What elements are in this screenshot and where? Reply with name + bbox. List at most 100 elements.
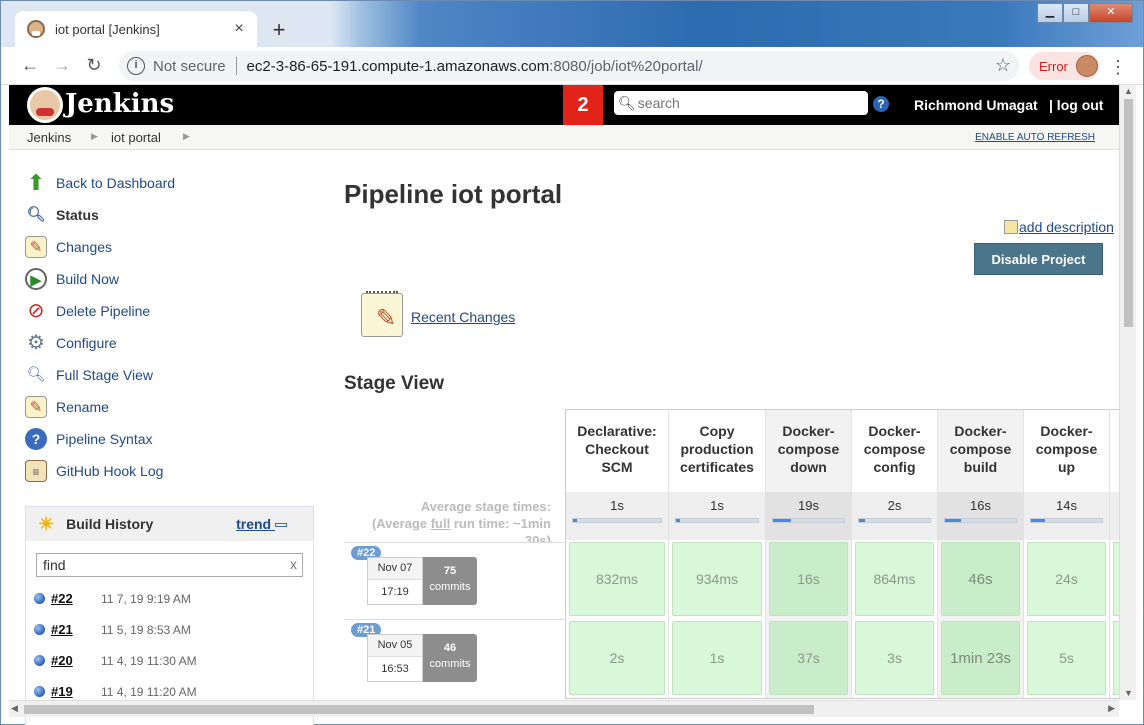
- sidebar-item-label: Build Now: [56, 271, 120, 287]
- stage-view-grid: Declarative: Checkout SCM 1s 832ms 2s Copy p…: [565, 409, 1119, 699]
- stage-result-cell[interactable]: 5s: [1027, 621, 1106, 695]
- sidebar-item-label: Pipeline Syntax: [56, 431, 153, 447]
- search-box[interactable]: 🔍︎: [614, 91, 868, 115]
- enable-auto-refresh-link[interactable]: ENABLE AUTO REFRESH: [975, 132, 1095, 143]
- sidebar-item-full-stage-view[interactable]: 🔍︎ Full Stage View: [25, 359, 315, 391]
- stage-result-cell[interactable]: 37s: [769, 621, 848, 695]
- jenkins-logo-icon[interactable]: [27, 87, 63, 123]
- sidebar-item-github-hook-log[interactable]: ≡ GitHub Hook Log: [25, 455, 315, 487]
- add-description-link[interactable]: add description: [1004, 219, 1114, 235]
- stage-average-bar-fill: [945, 519, 961, 522]
- avg-line-2-post: run time: ~1min: [450, 516, 551, 531]
- magnifier-icon: 🔍︎: [26, 206, 46, 223]
- close-window-button[interactable]: ✕: [1089, 3, 1133, 23]
- build-number-link[interactable]: #22: [51, 591, 101, 606]
- build-date-link[interactable]: 11 5, 19 8:53 AM: [101, 623, 191, 637]
- add-description-label: add description: [1019, 219, 1114, 235]
- stage-result-cell[interactable]: 2s: [569, 621, 665, 695]
- sidebar-item-pipeline-syntax[interactable]: ? Pipeline Syntax: [25, 423, 315, 455]
- sidebar-item-configure[interactable]: ⚙ Configure: [25, 327, 315, 359]
- url-field[interactable]: i Not secure ec2-3-86-65-191.compute-1.a…: [119, 51, 1019, 81]
- stage-result-cell[interactable]: 3s: [855, 621, 934, 695]
- scroll-thumb[interactable]: [1124, 99, 1133, 327]
- disable-project-button[interactable]: Disable Project: [974, 243, 1103, 275]
- forward-arrow-icon[interactable]: →: [51, 55, 73, 76]
- logout-link[interactable]: | log out: [1049, 97, 1103, 113]
- scroll-down-icon[interactable]: ▼: [1124, 688, 1133, 698]
- horizontal-scrollbar[interactable]: ◀ ▶: [9, 700, 1119, 717]
- sidebar-item-build-now[interactable]: ▶ Build Now: [25, 263, 315, 295]
- build-number-link[interactable]: #19: [51, 684, 101, 699]
- sidebar-item-delete-pipeline[interactable]: ⊘ Delete Pipeline: [25, 295, 315, 327]
- stage-column: Docker-​compose config 2s 864ms 3s: [852, 410, 938, 698]
- run-date: Nov 05 16:53: [367, 634, 423, 682]
- search-input[interactable]: [637, 95, 858, 111]
- divider: [235, 57, 237, 75]
- back-arrow-icon[interactable]: ←: [19, 55, 41, 76]
- run-month-day: Nov 07: [368, 558, 422, 580]
- scroll-right-icon[interactable]: ▶: [1108, 703, 1115, 714]
- stage-duration: 5s: [1059, 650, 1074, 666]
- breadcrumb-item-jenkins[interactable]: Jenkins: [27, 130, 71, 145]
- recent-changes-link[interactable]: Recent Changes: [411, 309, 515, 325]
- stage-average-cell: 1s: [566, 492, 668, 540]
- sidebar-item-back-to-dashboard[interactable]: ⬆ Back to Dashboard: [25, 167, 315, 199]
- bookmark-star-icon[interactable]: ☆: [995, 55, 1011, 76]
- build-filter-input[interactable]: find x: [36, 553, 303, 577]
- stage-result-cell[interactable]: 46s: [941, 542, 1020, 616]
- user-link[interactable]: Richmond Umagat: [914, 97, 1038, 113]
- sidebar-item-rename[interactable]: ✎ Rename: [25, 391, 315, 423]
- stage-result-cell[interactable]: 24s: [1027, 542, 1106, 616]
- help-icon: ?: [25, 428, 47, 450]
- breadcrumb-item-iot-portal[interactable]: iot portal: [111, 130, 161, 145]
- stage-result-cell[interactable]: 934ms: [672, 542, 762, 616]
- sidebar-item-changes[interactable]: ✎ Changes: [25, 231, 315, 263]
- reload-icon[interactable]: ↻: [83, 55, 105, 76]
- scroll-left-icon[interactable]: ◀: [11, 703, 18, 714]
- minimize-button[interactable]: ▁: [1037, 3, 1063, 23]
- stage-average-bar: [772, 518, 845, 523]
- stage-average-time: 16s: [970, 498, 991, 513]
- close-tab-icon[interactable]: ×: [231, 20, 247, 38]
- build-row: #22 11 7, 19 9:19 AM: [26, 583, 313, 614]
- vertical-scrollbar[interactable]: ▲ ▼: [1119, 85, 1136, 700]
- chevron-right-icon[interactable]: ▶: [183, 131, 190, 142]
- stage-result-cell[interactable]: 1s: [672, 621, 762, 695]
- run-commits-label: commits: [429, 581, 471, 593]
- stage-average-time: 2s: [887, 498, 902, 513]
- build-run-info: #21 Nov 05 16:53 46 commits: [344, 619, 565, 696]
- stage-result-cell[interactable]: 832ms: [569, 542, 665, 616]
- profile-error-button[interactable]: Error: [1029, 52, 1099, 80]
- jenkins-brand[interactable]: Jenkins: [65, 89, 174, 119]
- run-commits[interactable]: 75 commits: [423, 557, 477, 605]
- info-icon[interactable]: i: [127, 57, 145, 75]
- run-commits[interactable]: 46 commits: [423, 634, 477, 682]
- build-number-link[interactable]: #20: [51, 653, 101, 668]
- kebab-menu-icon[interactable]: ⋮: [1109, 57, 1127, 78]
- trend-link[interactable]: trend: [236, 516, 287, 532]
- stage-average-bar: [675, 518, 759, 523]
- build-date-link[interactable]: 11 4, 19 11:20 AM: [101, 685, 197, 699]
- stage-duration: 16s: [797, 571, 820, 587]
- stage-result-cell[interactable]: 1min 23s: [941, 621, 1020, 695]
- new-tab-button[interactable]: +: [265, 17, 293, 45]
- stage-result-cell[interactable]: 864ms: [855, 542, 934, 616]
- full-run-link[interactable]: full: [431, 516, 451, 531]
- notification-badge[interactable]: 2: [563, 85, 603, 125]
- sidebar-item-status[interactable]: 🔍︎ Status: [25, 199, 315, 231]
- build-number-link[interactable]: #21: [51, 622, 101, 637]
- clear-filter-icon[interactable]: x: [290, 556, 297, 572]
- recent-changes: Recent Changes: [361, 291, 515, 337]
- build-date-link[interactable]: 11 4, 19 11:30 AM: [101, 654, 197, 668]
- stage-duration: 864ms: [873, 571, 916, 587]
- browser-tab[interactable]: iot portal [Jenkins] ×: [15, 11, 257, 47]
- chevron-right-icon[interactable]: ▶: [91, 131, 98, 142]
- maximize-button[interactable]: □: [1063, 3, 1089, 23]
- help-icon[interactable]: ?: [873, 96, 889, 112]
- build-date-link[interactable]: 11 7, 19 9:19 AM: [101, 592, 191, 606]
- stage-average-cell: 2s: [852, 492, 937, 540]
- scroll-thumb[interactable]: [24, 705, 814, 714]
- scroll-up-icon[interactable]: ▲: [1124, 86, 1133, 96]
- sidebar-item-label: Changes: [56, 239, 113, 255]
- stage-result-cell[interactable]: 16s: [769, 542, 848, 616]
